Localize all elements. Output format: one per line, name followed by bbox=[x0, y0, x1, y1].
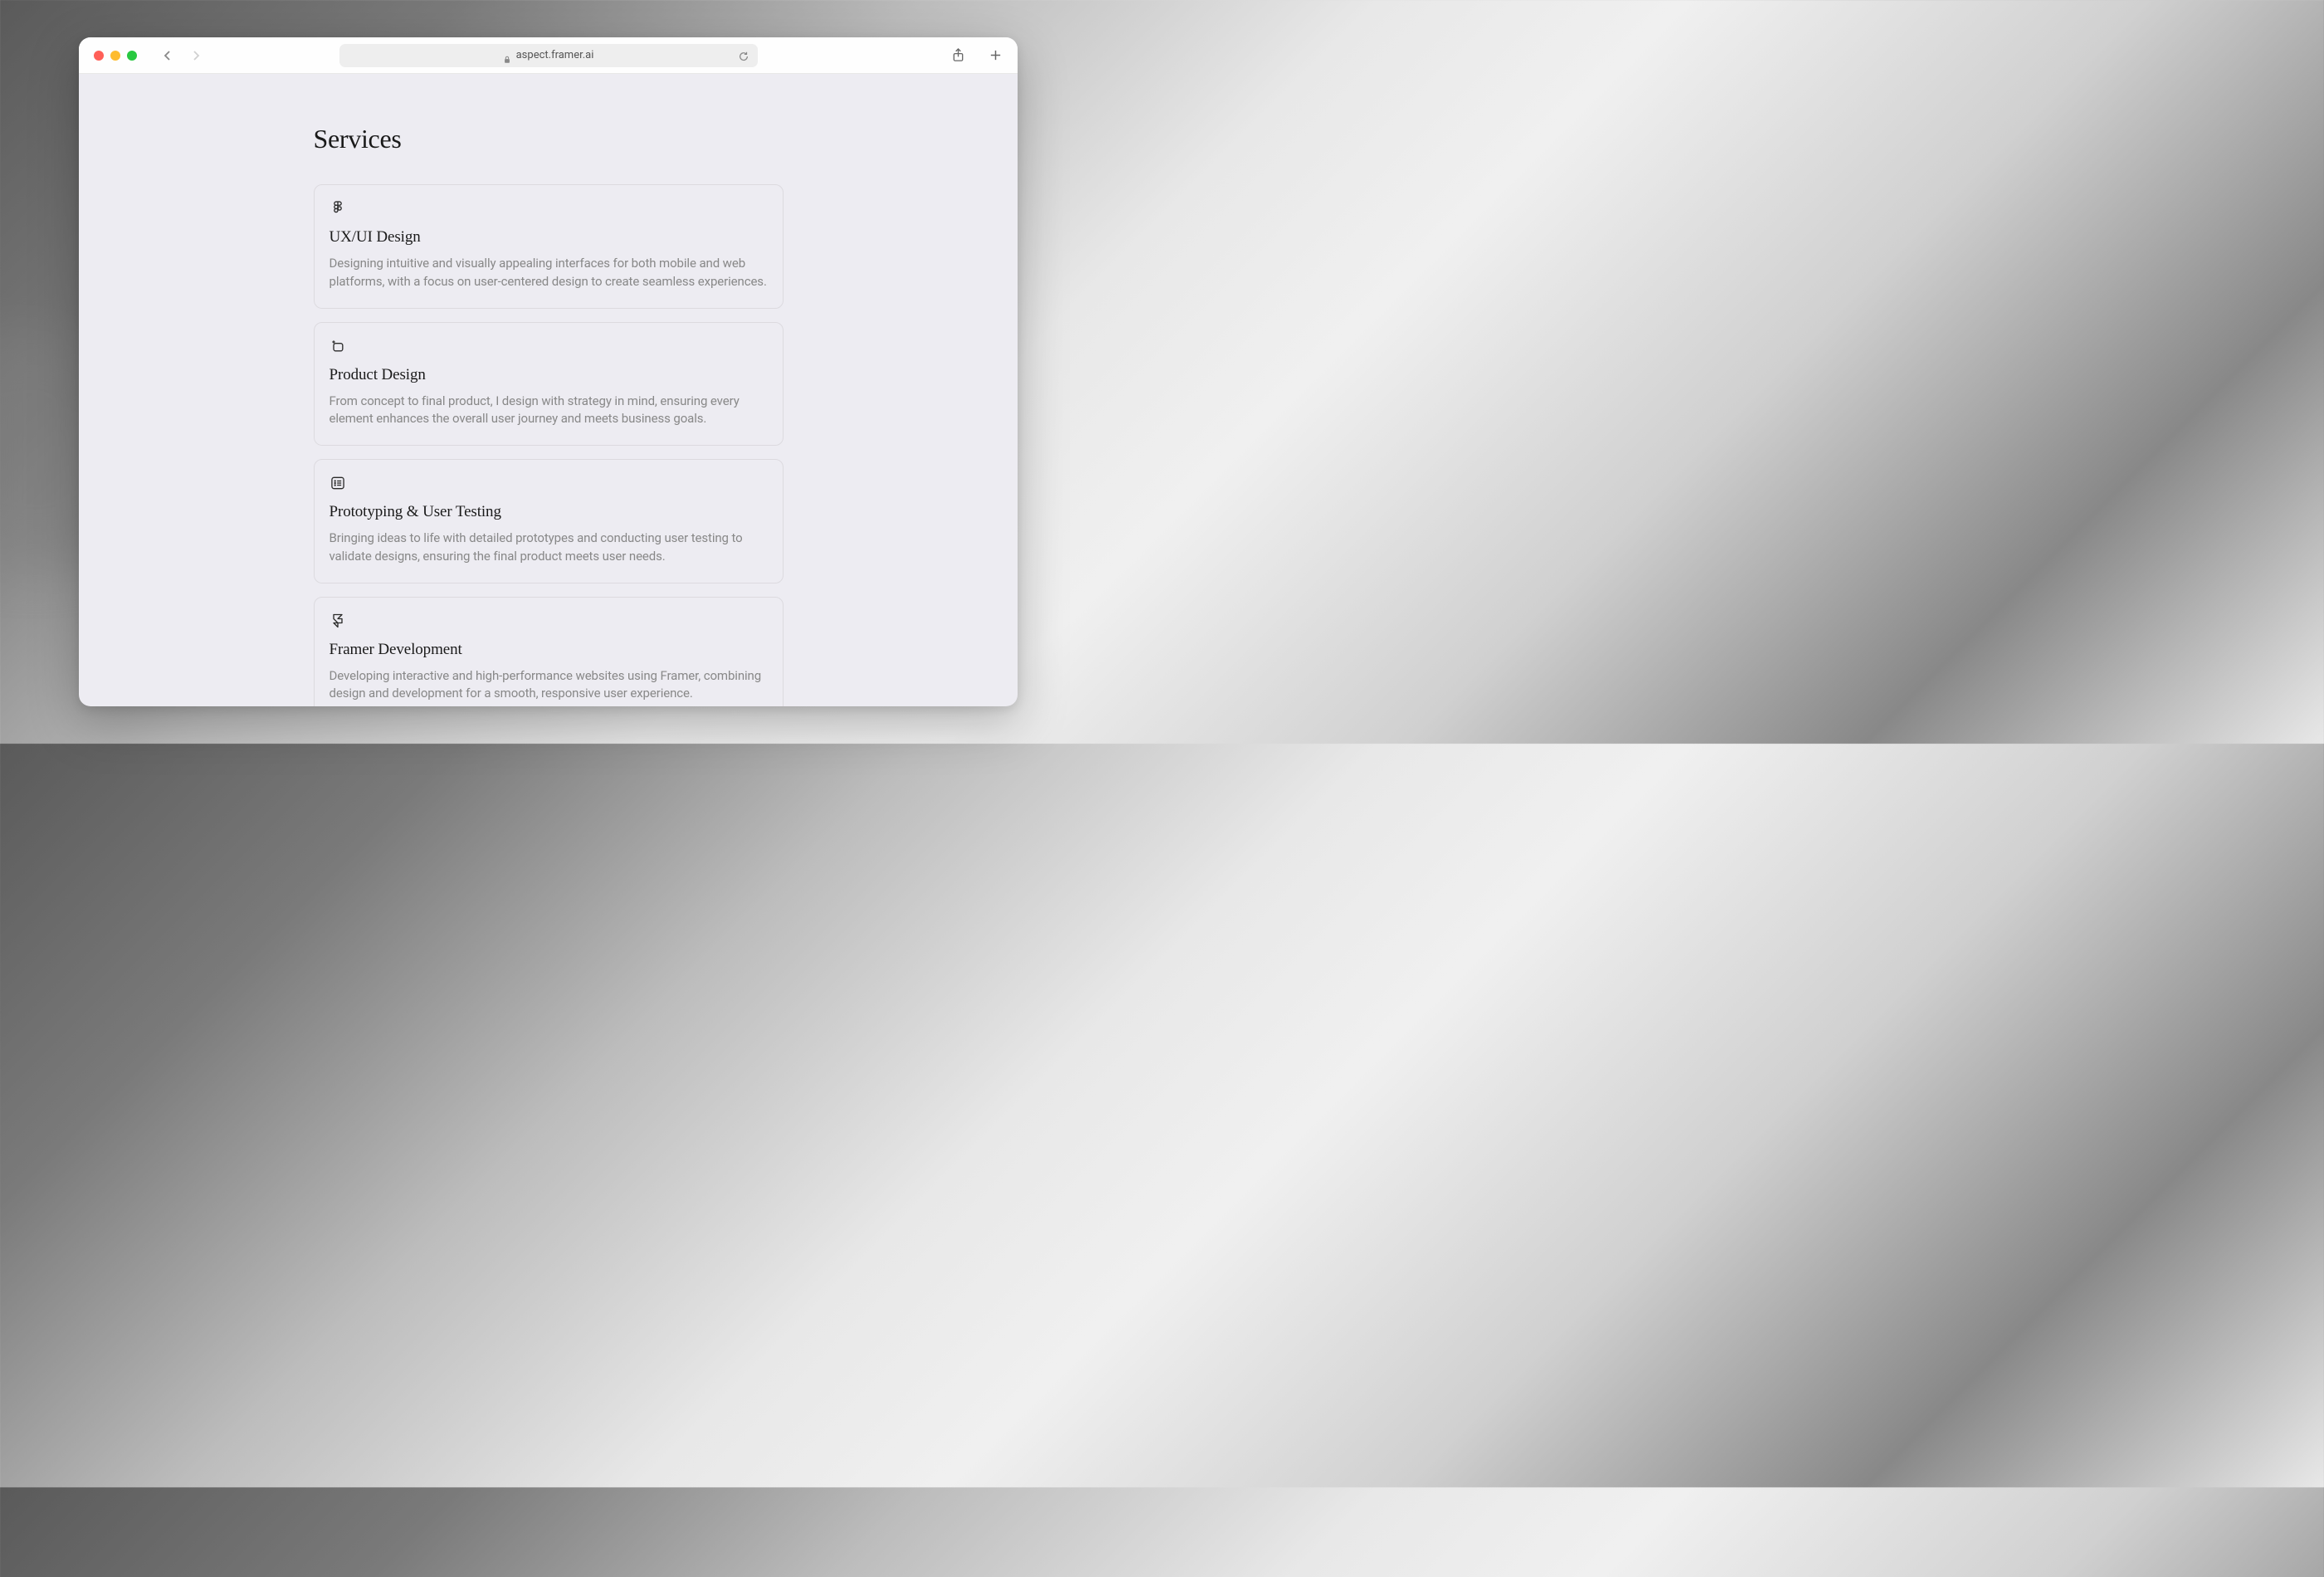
figma-icon bbox=[330, 200, 346, 217]
service-title: Framer Development bbox=[330, 641, 768, 659]
service-card-product-design: Product Design From concept to final pro… bbox=[314, 322, 784, 447]
product-icon bbox=[330, 338, 346, 354]
framer-icon bbox=[330, 613, 346, 629]
content-inner: Services UX/UI Design Designing intuitiv… bbox=[314, 124, 784, 706]
browser-window: aspect.framer.ai Services bbox=[79, 37, 1018, 706]
refresh-icon[interactable] bbox=[738, 50, 749, 61]
service-title: UX/UI Design bbox=[330, 228, 768, 247]
new-tab-icon[interactable] bbox=[989, 48, 1003, 62]
maximize-window-button[interactable] bbox=[127, 51, 137, 61]
share-icon[interactable] bbox=[951, 48, 965, 62]
service-description: Bringing ideas to life with detailed pro… bbox=[330, 530, 768, 566]
service-card-framer: Framer Development Developing interactiv… bbox=[314, 597, 784, 707]
navigation-arrows bbox=[160, 48, 203, 63]
service-title: Product Design bbox=[330, 366, 768, 384]
service-description: Developing interactive and high-performa… bbox=[330, 667, 768, 704]
address-bar[interactable]: aspect.framer.ai bbox=[339, 44, 758, 67]
lock-icon bbox=[503, 51, 511, 60]
service-description: Designing intuitive and visually appeali… bbox=[330, 255, 768, 291]
browser-chrome: aspect.framer.ai bbox=[79, 37, 1018, 74]
forward-button[interactable] bbox=[188, 48, 203, 63]
url-text: aspect.framer.ai bbox=[516, 49, 594, 61]
close-window-button[interactable] bbox=[94, 51, 104, 61]
minimize-window-button[interactable] bbox=[110, 51, 120, 61]
service-card-ux-ui: UX/UI Design Designing intuitive and vis… bbox=[314, 184, 784, 309]
back-button[interactable] bbox=[160, 48, 175, 63]
service-description: From concept to final product, I design … bbox=[330, 393, 768, 429]
browser-actions bbox=[951, 48, 1003, 62]
page-content: Services UX/UI Design Designing intuitiv… bbox=[79, 74, 1018, 706]
page-title: Services bbox=[314, 124, 784, 154]
service-card-prototyping: Prototyping & User Testing Bringing idea… bbox=[314, 459, 784, 583]
list-icon bbox=[330, 475, 346, 491]
window-controls bbox=[94, 51, 137, 61]
service-title: Prototyping & User Testing bbox=[330, 503, 768, 521]
